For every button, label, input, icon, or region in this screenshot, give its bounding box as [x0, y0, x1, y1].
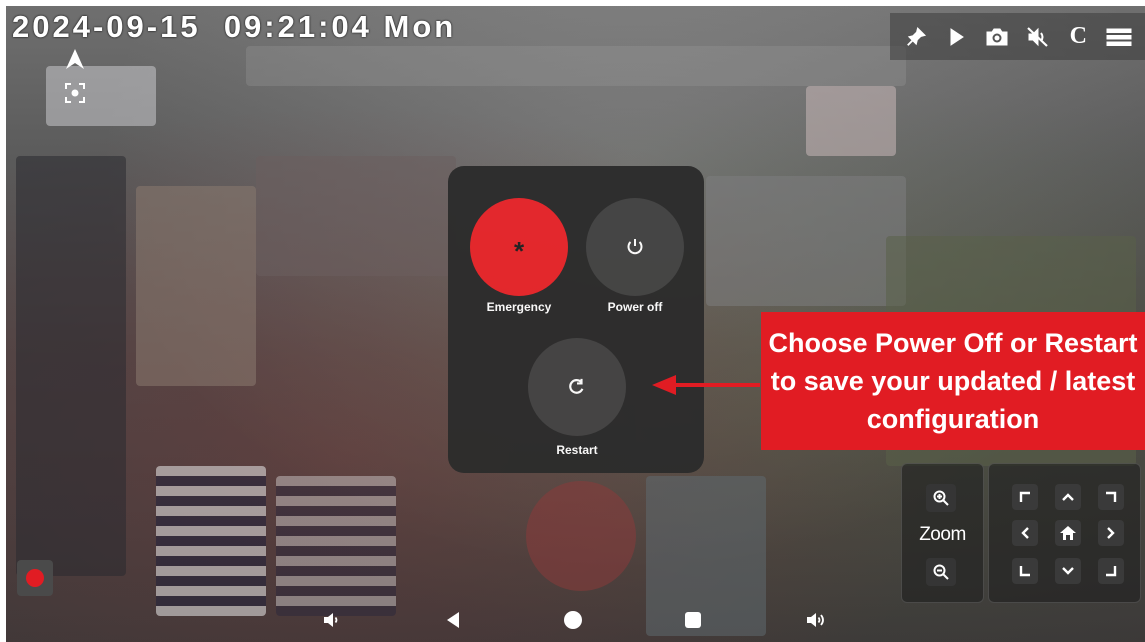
left-tools [62, 46, 88, 106]
volume-down-icon[interactable] [319, 608, 343, 632]
power-menu: * Emergency Power off Restart [448, 166, 704, 473]
callout-line-1: Choose Power Off or Restart [768, 328, 1138, 358]
system-navbar [0, 604, 1145, 636]
zoom-in-icon[interactable] [926, 484, 956, 512]
callout-arrow-icon [652, 375, 760, 395]
right-icon[interactable] [1098, 520, 1124, 546]
menu-icon[interactable] [1104, 22, 1134, 52]
clothing-rack [706, 176, 906, 306]
striped-shirt [276, 476, 396, 616]
power-off-button[interactable] [586, 198, 684, 296]
restart-button[interactable] [528, 338, 626, 436]
volume-up-icon[interactable] [804, 608, 828, 632]
restart-icon [569, 378, 584, 394]
callout-line-2: to save your updated / latest [770, 366, 1136, 396]
store-sign [806, 86, 896, 156]
instruction-callout: Choose Power Off or Restart to save your… [761, 312, 1145, 450]
zoom-out-icon[interactable] [926, 558, 956, 586]
navigation-arrow-icon[interactable] [62, 46, 88, 72]
clothing-rack [256, 156, 456, 276]
down-left-icon[interactable] [1012, 558, 1038, 584]
record-dot-icon [26, 569, 44, 587]
c-icon[interactable]: C [1063, 22, 1093, 52]
power-icon [627, 239, 643, 255]
ptz-panel [988, 463, 1141, 603]
home-circle-icon[interactable] [561, 608, 585, 632]
home-icon[interactable] [1055, 520, 1081, 546]
asterisk-icon: * [513, 235, 525, 266]
record-button[interactable] [17, 560, 53, 596]
clothing-rack [136, 186, 256, 386]
up-right-icon[interactable] [1098, 484, 1124, 510]
emergency-label: Emergency [486, 300, 552, 314]
recents-icon[interactable] [681, 608, 705, 632]
timestamp-overlay: 2024-09-15 09:21:04 Mon [12, 9, 456, 45]
c-label: C [1069, 23, 1087, 49]
zoom-panel: Zoom [901, 463, 984, 603]
down-icon[interactable] [1055, 558, 1081, 584]
zoom-label: Zoom [919, 524, 966, 545]
camera-icon[interactable] [982, 22, 1012, 52]
clothing-rack [16, 156, 126, 576]
mute-icon[interactable] [1023, 22, 1053, 52]
down-right-icon[interactable] [1098, 558, 1124, 584]
pin-icon[interactable] [901, 22, 931, 52]
date-text: 2024-09-15 [12, 9, 201, 44]
weekday-text: Mon [383, 9, 457, 44]
emergency-button[interactable]: * [470, 198, 568, 296]
callout-line-3: configuration [866, 404, 1040, 434]
focus-frame-icon[interactable] [62, 80, 88, 106]
top-toolbar: C [890, 13, 1145, 60]
restart-label: Restart [556, 443, 598, 457]
left-icon[interactable] [1012, 520, 1038, 546]
up-left-icon[interactable] [1012, 484, 1038, 510]
back-icon[interactable] [441, 608, 465, 632]
ceiling-sign [246, 46, 906, 86]
up-icon[interactable] [1055, 484, 1081, 510]
power-off-label: Power off [607, 300, 663, 314]
striped-shirt [156, 466, 266, 616]
gumball-machine [526, 481, 636, 591]
play-icon[interactable] [942, 22, 972, 52]
time-text: 09:21:04 [223, 9, 372, 44]
